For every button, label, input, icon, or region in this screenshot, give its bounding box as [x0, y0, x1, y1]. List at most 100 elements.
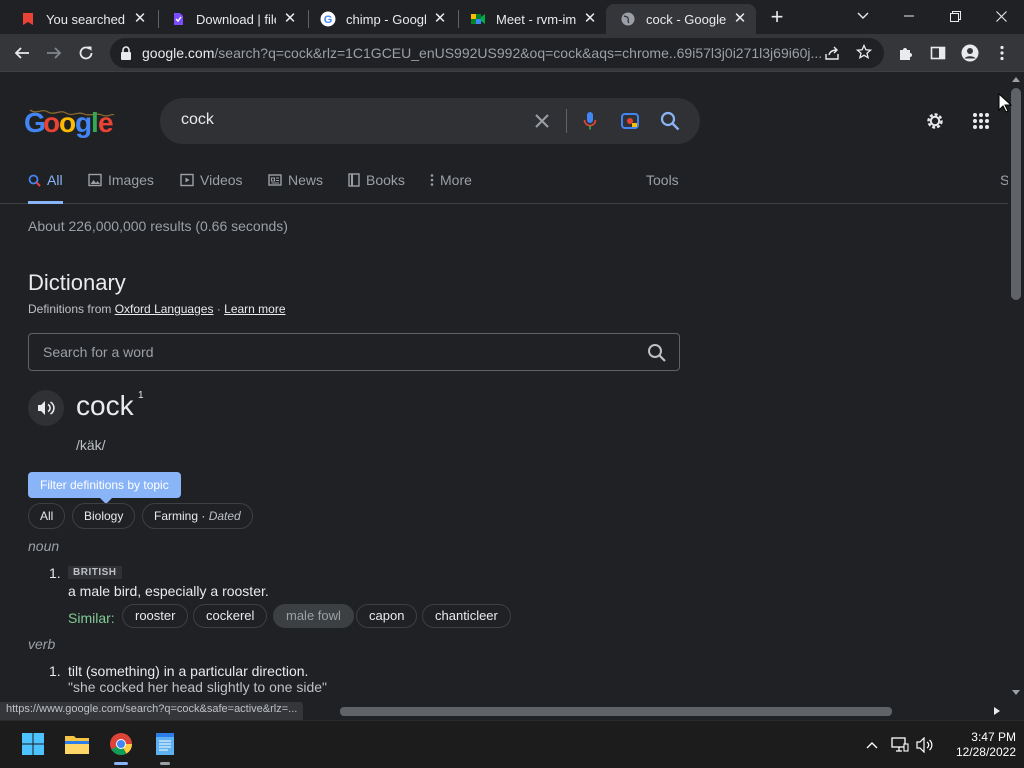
horizontal-scrollbar[interactable]	[336, 704, 1008, 718]
side-panel-icon[interactable]	[924, 39, 952, 67]
topic-chip-all[interactable]: All	[28, 503, 66, 529]
phonetic-spelling: /käk/	[76, 437, 106, 453]
google-g-icon: G	[320, 11, 336, 27]
search-icon[interactable]	[658, 109, 682, 133]
notepad-icon[interactable]	[150, 729, 180, 765]
running-indicator	[114, 762, 128, 765]
volume-speaker-icon[interactable]	[915, 736, 935, 754]
synonym-chip[interactable]: rooster	[122, 604, 189, 628]
google-doodle-logo[interactable]: G o o g l e	[24, 106, 116, 146]
close-icon[interactable]: ✕	[282, 11, 298, 27]
system-clock[interactable]: 3:47 PM 12/28/2022	[940, 730, 1016, 760]
reload-icon[interactable]	[72, 39, 100, 67]
tab-books[interactable]: Books	[348, 172, 405, 204]
svg-text:e: e	[98, 107, 113, 138]
tab-search-chevron-icon[interactable]	[840, 0, 886, 32]
chrome-icon[interactable]	[106, 729, 136, 765]
new-tab-plus-icon[interactable]: +	[765, 6, 789, 30]
network-monitor-icon[interactable]	[890, 736, 910, 754]
browser-tab-2[interactable]: Download | file. ✕	[156, 4, 306, 34]
svg-text:g: g	[75, 107, 91, 138]
clock-time: 3:47 PM	[971, 730, 1016, 744]
search-icon	[28, 172, 41, 188]
synonym-chip[interactable]: chanticleer	[422, 604, 511, 628]
divider	[566, 109, 567, 133]
word-search-input[interactable]: Search for a word	[28, 333, 680, 371]
clear-x-icon[interactable]	[530, 109, 554, 133]
video-play-icon	[180, 172, 194, 188]
file-explorer-icon[interactable]	[62, 729, 92, 759]
synonym-chip[interactable]: male fowl	[273, 604, 354, 628]
tab-title: chimp - Google	[346, 11, 426, 27]
topic-chip-biology[interactable]: Biology	[72, 503, 136, 529]
back-arrow-icon[interactable]	[8, 39, 36, 67]
tab-all[interactable]: All	[28, 172, 63, 204]
camera-lens-icon[interactable]	[618, 109, 642, 133]
share-icon[interactable]	[824, 45, 840, 66]
oxford-languages-link[interactable]: Oxford Languages	[115, 302, 214, 316]
kebab-menu-icon[interactable]	[988, 39, 1016, 67]
browser-tab-4[interactable]: Meet - rvm-imn ✕	[456, 4, 606, 34]
microphone-icon[interactable]	[578, 109, 602, 133]
profile-avatar-icon[interactable]	[956, 39, 984, 67]
extensions-puzzle-icon[interactable]	[892, 39, 920, 67]
tab-title: Download | file.	[196, 11, 276, 27]
globe-icon	[620, 11, 636, 27]
lock-icon[interactable]	[120, 46, 132, 65]
tab-images[interactable]: Images	[88, 172, 154, 204]
part-of-speech-noun: noun	[28, 538, 60, 554]
region-badge: BRITISH	[68, 566, 122, 579]
filter-definitions-tooltip: Filter definitions by topic	[28, 472, 181, 504]
synonym-chip[interactable]: cockerel	[193, 604, 268, 628]
windows-start-icon[interactable]	[18, 729, 48, 759]
scroll-up-arrow-icon[interactable]	[1012, 76, 1020, 82]
browser-tab-1[interactable]: You searched fo ✕	[6, 4, 156, 34]
definition-text: tilt (something) in a particular directi…	[68, 663, 309, 679]
svg-text:G: G	[324, 14, 333, 26]
sense-number: 1.	[49, 565, 61, 581]
tools-button[interactable]: Tools	[646, 172, 679, 204]
close-icon[interactable]: ✕	[582, 11, 598, 27]
synonym-chip[interactable]: capon	[356, 604, 418, 628]
tab-more[interactable]: More	[430, 172, 472, 204]
close-icon[interactable]: ✕	[732, 11, 748, 27]
scroll-right-arrow-icon[interactable]	[994, 707, 1000, 715]
vertical-scrollbar[interactable]	[1008, 72, 1024, 704]
tray-chevron-up-icon[interactable]	[862, 736, 882, 754]
red-alert-icon	[20, 11, 36, 27]
browser-tab-5-active[interactable]: cock - Google S ✕	[606, 4, 756, 34]
apps-grid-icon[interactable]	[968, 108, 994, 134]
settings-gear-icon[interactable]	[922, 108, 948, 134]
link-status-bubble: https://www.google.com/search?q=cock&saf…	[0, 702, 304, 720]
scroll-down-arrow-icon[interactable]	[1012, 690, 1020, 696]
example-sentence: "she cocked her head slightly to one sid…	[68, 679, 327, 695]
topic-chip-farming[interactable]: Farming · Dated	[142, 503, 253, 529]
minimize-icon[interactable]	[886, 0, 932, 32]
scrollbar-thumb[interactable]	[1011, 88, 1021, 300]
tab-title: You searched fo	[46, 11, 126, 27]
tab-videos[interactable]: Videos	[180, 172, 243, 204]
scrollbar-thumb[interactable]	[340, 707, 892, 716]
speaker-pronunciation-icon[interactable]	[28, 390, 64, 426]
tab-strip: You searched fo ✕ Download | file. ✕ G c…	[0, 0, 1024, 34]
tab-news[interactable]: News	[268, 172, 323, 204]
definition-text: a male bird, especially a rooster.	[68, 583, 269, 599]
search-nav-tabs: All Images Videos News Books More Tools …	[0, 168, 1008, 204]
search-icon[interactable]	[647, 343, 667, 363]
tab-title: cock - Google S	[646, 11, 726, 27]
bookmark-star-icon[interactable]	[855, 43, 873, 65]
search-box[interactable]: cock	[160, 98, 700, 144]
headword: cock	[76, 390, 134, 421]
close-icon[interactable]: ✕	[432, 11, 448, 27]
learn-more-link[interactable]: Learn more	[224, 302, 285, 316]
safesearch-label-partial[interactable]: S	[1000, 172, 1008, 204]
restore-icon[interactable]	[932, 0, 978, 32]
browser-tab-3[interactable]: G chimp - Google ✕	[306, 4, 456, 34]
close-icon[interactable]: ✕	[132, 11, 148, 27]
svg-text:l: l	[91, 107, 98, 138]
forward-arrow-icon[interactable]	[40, 39, 68, 67]
svg-text:G: G	[24, 107, 45, 138]
window-close-icon[interactable]	[978, 0, 1024, 32]
address-bar[interactable]: google.com/search?q=cock&rlz=1C1GCEU_enU…	[110, 38, 884, 68]
search-query-text[interactable]: cock	[181, 111, 214, 129]
